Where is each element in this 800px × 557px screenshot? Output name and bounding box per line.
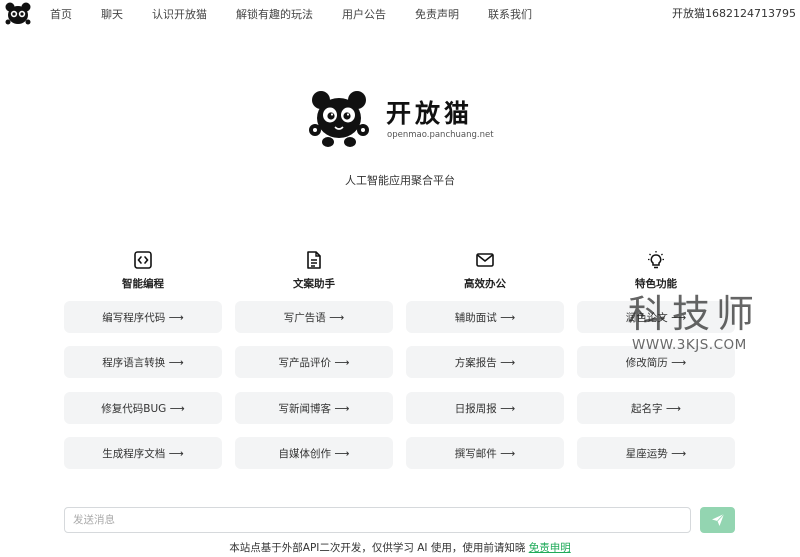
prompt-button-news-blog[interactable]: 写新闻博客 ⟶ — [235, 392, 393, 424]
category-title: 高效办公 — [464, 278, 506, 290]
watermark-text: 科技师 — [628, 292, 761, 336]
prompt-button-ad-slogan[interactable]: 写广告语 ⟶ — [235, 301, 393, 333]
send-button[interactable] — [700, 507, 735, 533]
tagline: 人工智能应用聚合平台 — [345, 174, 455, 187]
document-icon — [307, 251, 321, 269]
message-input[interactable] — [64, 507, 691, 533]
footer-text: 本站点基于外部API二次开发，仅供学习 AI 使用，使用前请知晓 — [229, 542, 529, 554]
brand-name: 开放猫 — [386, 99, 474, 128]
user-name[interactable]: 开放猫1682124713795 — [672, 0, 796, 28]
prompt-button-product-review[interactable]: 写产品评价 ⟶ — [235, 346, 393, 378]
prompt-button-report[interactable]: 方案报告 ⟶ — [406, 346, 564, 378]
mail-icon — [476, 253, 494, 267]
nav-links: 首页 聊天 认识开放猫 解锁有趣的玩法 用户公告 免责声明 联系我们 — [50, 0, 561, 28]
prompt-button-email[interactable]: 撰写邮件 ⟶ — [406, 437, 564, 469]
category-office: 高效办公 — [405, 250, 565, 291]
nav-link-contact[interactable]: 联系我们 — [488, 6, 532, 22]
send-icon — [711, 513, 724, 526]
nav-link-about[interactable]: 认识开放猫 — [152, 6, 207, 22]
nav-link-announcement[interactable]: 用户公告 — [342, 6, 386, 22]
prompt-button-naming[interactable]: 起名字 ⟶ — [577, 392, 735, 424]
watermark: 科技师 WWW.3KJS.COM — [628, 283, 798, 355]
category-copywriting: 文案助手 — [234, 250, 394, 291]
prompt-button-generate-docs[interactable]: 生成程序文档 ⟶ — [64, 437, 222, 469]
top-nav: 首页 聊天 认识开放猫 解锁有趣的玩法 用户公告 免责声明 联系我们 开放猫16… — [0, 0, 800, 28]
code-icon — [134, 251, 152, 269]
nav-link-fun[interactable]: 解锁有趣的玩法 — [236, 6, 313, 22]
category-title: 文案助手 — [293, 278, 335, 290]
prompt-button-fix-bug[interactable]: 修复代码BUG ⟶ — [64, 392, 222, 424]
prompt-button-interview[interactable]: 辅助面试 ⟶ — [406, 301, 564, 333]
prompt-button-convert-language[interactable]: 程序语言转换 ⟶ — [64, 346, 222, 378]
nav-link-disclaimer[interactable]: 免责声明 — [415, 6, 459, 22]
nav-link-chat[interactable]: 聊天 — [101, 6, 123, 22]
prompt-button-horoscope[interactable]: 星座运势 ⟶ — [577, 437, 735, 469]
brand-block: 开放猫 openmao.panchuang.net — [308, 90, 508, 150]
category-coding: 智能编程 — [63, 250, 223, 291]
prompt-button-self-media[interactable]: 自媒体创作 ⟶ — [235, 437, 393, 469]
footer-notice: 本站点基于外部API二次开发，仅供学习 AI 使用，使用前请知晓 免责申明 — [0, 540, 800, 555]
nav-link-home[interactable]: 首页 — [50, 6, 72, 22]
lightbulb-icon — [648, 251, 664, 269]
prompt-button-write-code[interactable]: 编写程序代码 ⟶ — [64, 301, 222, 333]
panda-logo-icon[interactable] — [4, 2, 32, 26]
panda-mascot-icon — [309, 91, 369, 147]
prompt-button-daily-weekly[interactable]: 日报周报 ⟶ — [406, 392, 564, 424]
brand-domain: openmao.panchuang.net — [387, 130, 494, 140]
category-title: 智能编程 — [122, 278, 164, 290]
disclaimer-link[interactable]: 免责申明 — [529, 542, 571, 554]
watermark-url: WWW.3KJS.COM — [632, 337, 747, 353]
